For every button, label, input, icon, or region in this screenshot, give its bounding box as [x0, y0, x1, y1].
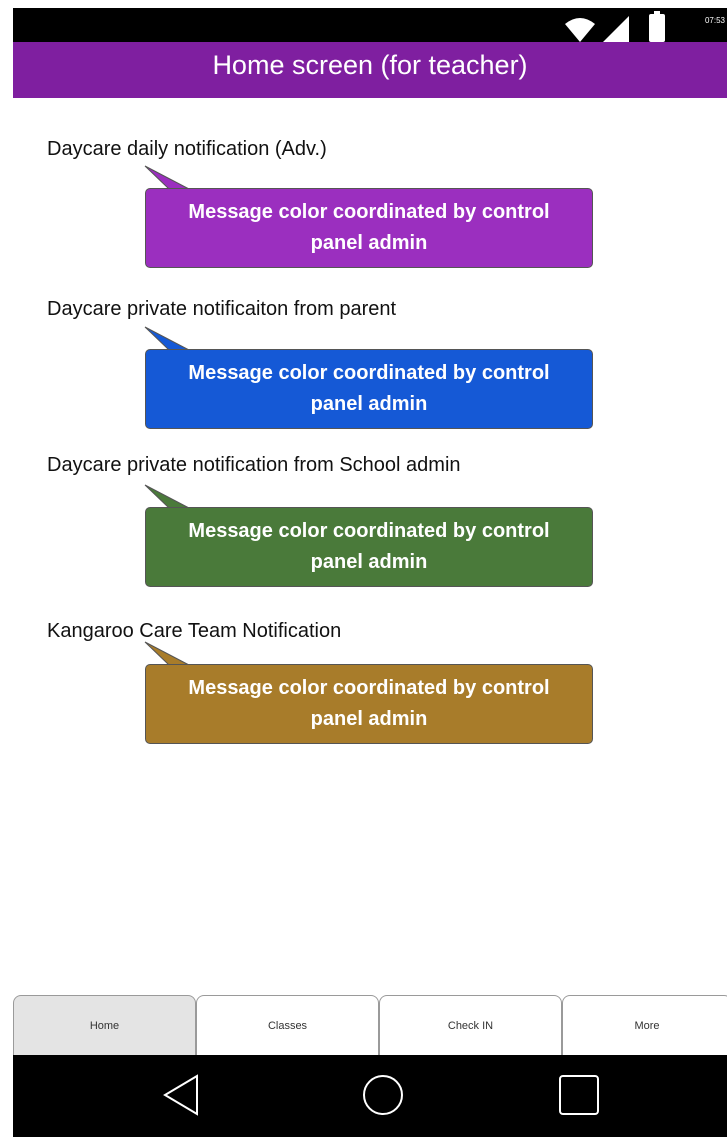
- bubble-tail: [144, 326, 190, 351]
- back-icon[interactable]: [161, 1073, 201, 1117]
- battery-icon: [649, 11, 665, 42]
- phone-screen: 07:53 Home screen (for teacher) Daycare …: [13, 8, 727, 1137]
- signal-icon: [603, 16, 629, 42]
- bottom-tab-bar: Home Classes Check IN More: [13, 995, 727, 1055]
- home-circle-icon[interactable]: [361, 1073, 405, 1117]
- recent-apps-icon[interactable]: [558, 1073, 600, 1117]
- app-bar: Home screen (for teacher): [13, 42, 727, 98]
- status-time: 07:53: [704, 16, 725, 25]
- tab-check-in[interactable]: Check IN: [379, 995, 562, 1055]
- tab-classes[interactable]: Classes: [196, 995, 379, 1055]
- message-text: Message color coordinated by control pan…: [188, 362, 550, 415]
- message-text: Message color coordinated by control pan…: [188, 520, 550, 573]
- status-bar: 07:53: [13, 8, 727, 42]
- wifi-icon: [565, 18, 595, 42]
- page-title: Home screen (for teacher): [212, 50, 528, 80]
- tab-more[interactable]: More: [562, 995, 727, 1055]
- message-text: Message color coordinated by control pan…: [188, 677, 550, 730]
- message-text: Message color coordinated by control pan…: [188, 201, 550, 254]
- message-bubble-daily[interactable]: Message color coordinated by control pan…: [145, 188, 593, 268]
- message-bubble-kangaroo[interactable]: Message color coordinated by control pan…: [145, 664, 593, 744]
- bubble-tail: [144, 165, 190, 190]
- notification-label-parent: Daycare private notificaiton from parent: [47, 298, 397, 320]
- notification-label-daily: Daycare daily notification (Adv.): [47, 138, 327, 160]
- bubble-tail: [144, 641, 190, 666]
- tab-home[interactable]: Home: [13, 995, 196, 1055]
- notification-label-school-admin: Daycare private notification from School…: [47, 454, 461, 476]
- message-bubble-parent[interactable]: Message color coordinated by control pan…: [145, 349, 593, 429]
- system-nav-bar: [13, 1055, 727, 1137]
- bubble-tail: [144, 484, 190, 509]
- message-bubble-school-admin[interactable]: Message color coordinated by control pan…: [145, 507, 593, 587]
- notification-label-kangaroo: Kangaroo Care Team Notification: [47, 620, 342, 642]
